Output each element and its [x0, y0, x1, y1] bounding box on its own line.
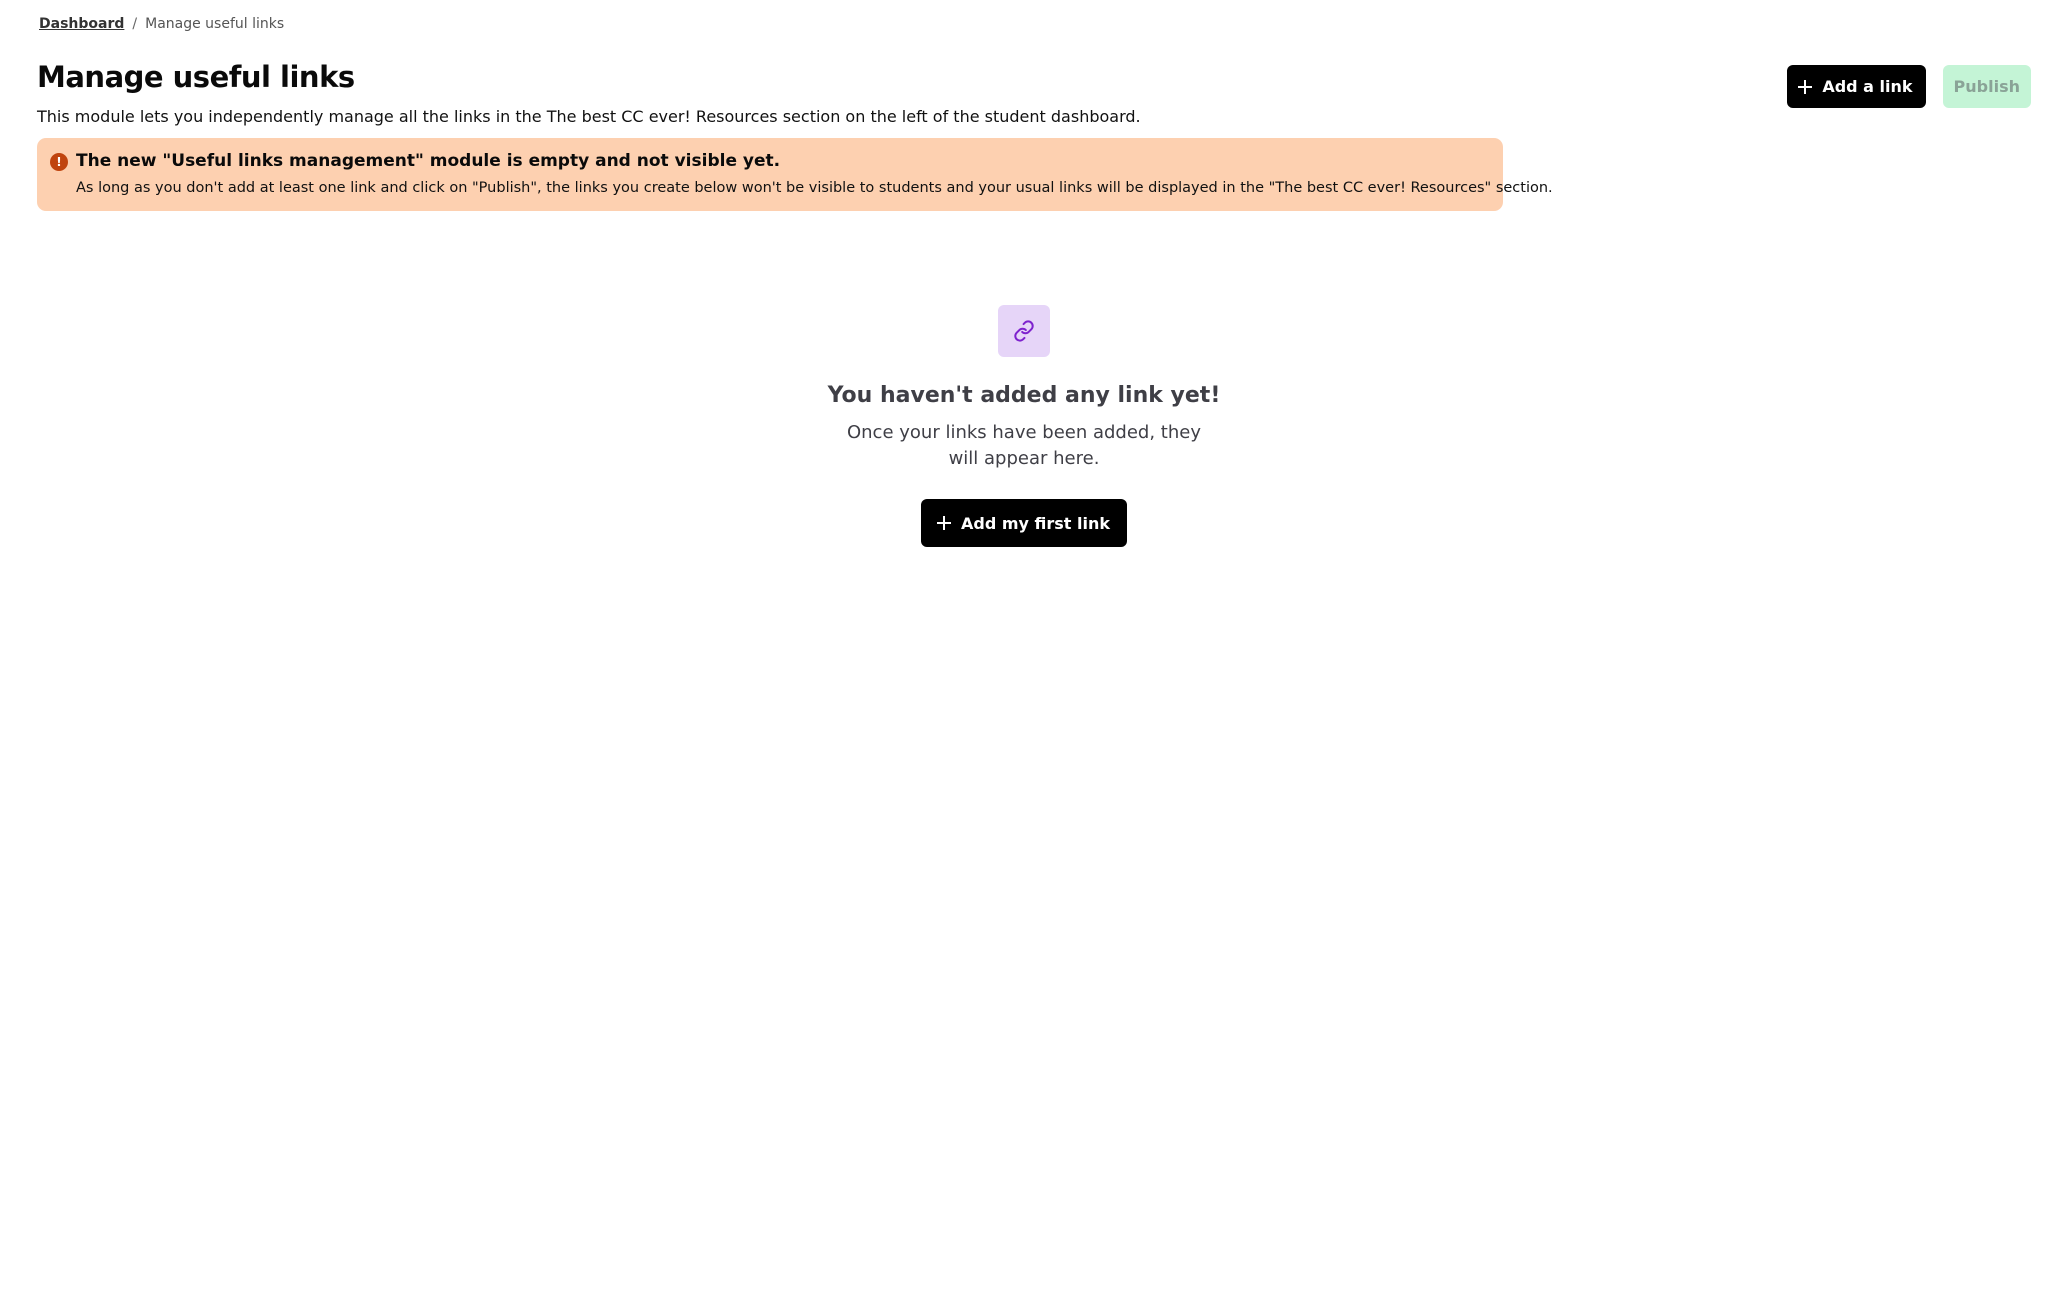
breadcrumb-dashboard-link[interactable]: Dashboard [39, 16, 124, 32]
breadcrumb-current: Manage useful links [145, 16, 285, 32]
warning-alert: ! The new "Useful links management" modu… [37, 138, 1553, 211]
alert-body: As long as you don't add at least one li… [76, 180, 1553, 196]
alert-title: The new "Useful links management" module… [76, 151, 781, 171]
breadcrumb: Dashboard / Manage useful links [39, 16, 284, 32]
plus-icon [1798, 79, 1813, 94]
empty-state-text: Once your links have been added, they wi… [846, 422, 1201, 469]
breadcrumb-separator: / [132, 16, 138, 32]
plus-icon [936, 516, 951, 530]
empty-state: You haven't added any link yet! Once you… [800, 305, 1248, 547]
add-first-link-label: Add my first link [960, 513, 1111, 533]
page-description: This module lets you independently manag… [37, 107, 1141, 126]
add-link-button[interactable]: Add a link [1787, 65, 1926, 108]
page: Dashboard / Manage useful links Manage u… [0, 0, 2048, 1303]
exclamation-circle-icon: ! [50, 153, 68, 171]
link-icon [1014, 320, 1034, 342]
publish-button[interactable]: Publish [1942, 65, 2031, 108]
empty-state-title: You haven't added any link yet! [827, 383, 1221, 408]
add-first-link-button[interactable]: Add my first link [920, 499, 1128, 547]
page-title: Manage useful links [37, 60, 355, 94]
header-actions: Add a link Publish [1787, 65, 2031, 108]
add-link-label: Add a link [1822, 77, 1913, 96]
empty-state-icon-container [998, 305, 1050, 357]
